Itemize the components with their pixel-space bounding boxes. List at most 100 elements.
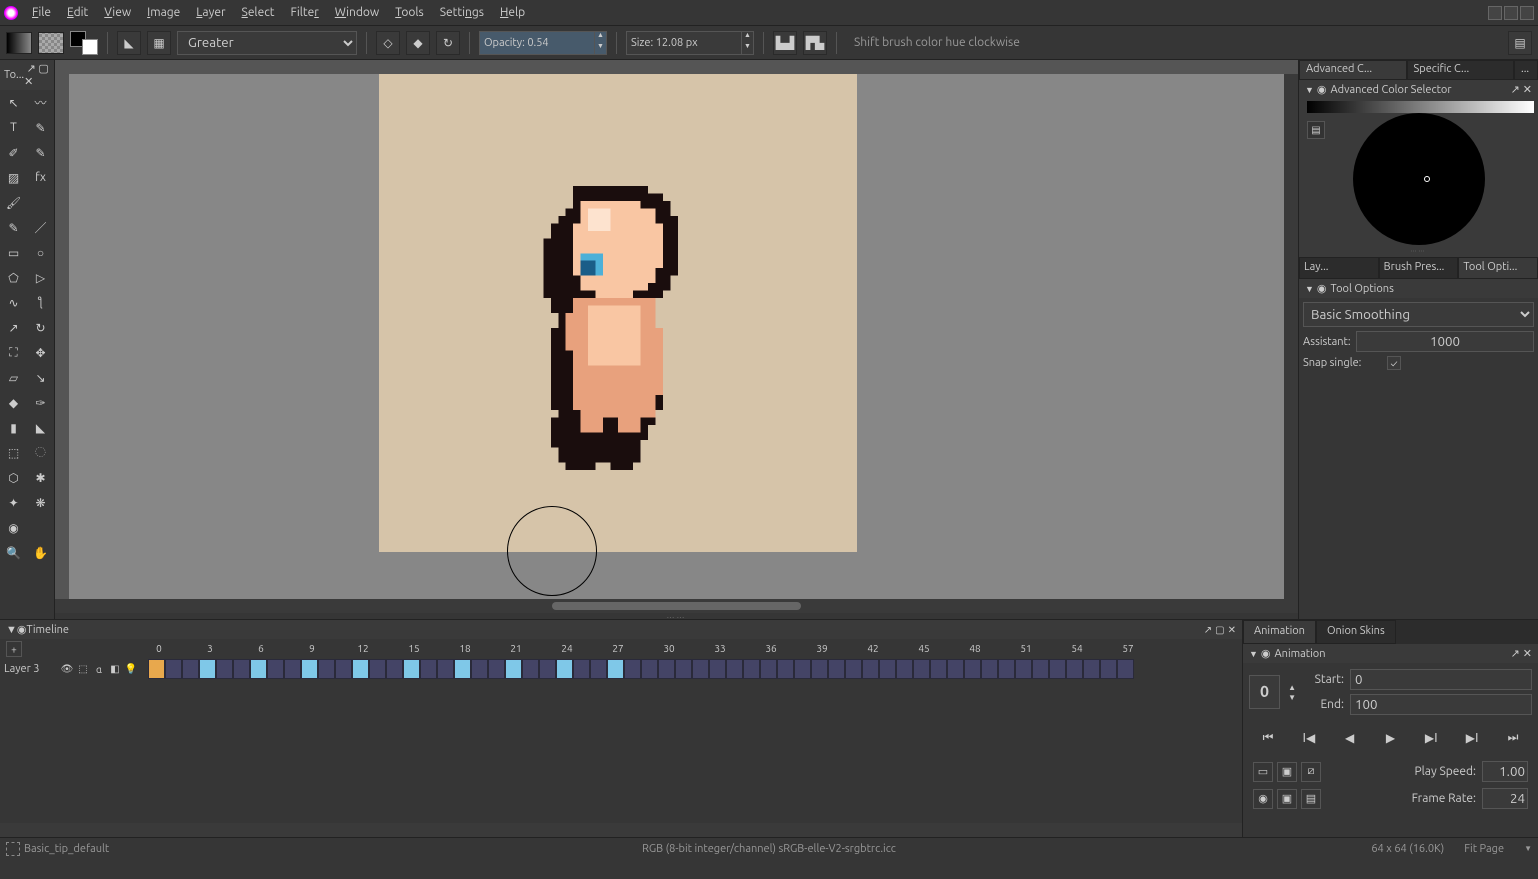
dup-frames-icon[interactable]: ▣: [1277, 762, 1297, 782]
frame-cell[interactable]: [250, 659, 267, 679]
frame-cell[interactable]: [828, 659, 845, 679]
canvas-image[interactable]: [379, 74, 857, 552]
next-frame-icon[interactable]: ▶Ⅰ: [1420, 727, 1442, 749]
polyline-tool-icon[interactable]: ⬠: [0, 265, 27, 290]
frame-cell[interactable]: [420, 659, 437, 679]
horizontal-scrollbar[interactable]: [55, 599, 1298, 613]
frame-cell[interactable]: [267, 659, 284, 679]
tab-animation[interactable]: Animation: [1243, 620, 1316, 644]
frame-cell[interactable]: [607, 659, 624, 679]
gradient-tool-icon[interactable]: ▮: [0, 415, 27, 440]
frame-cell[interactable]: [318, 659, 335, 679]
frame-cell[interactable]: [437, 659, 454, 679]
vertical-scrollbar[interactable]: [1284, 74, 1298, 599]
frame-cell[interactable]: [590, 659, 607, 679]
frame-cell[interactable]: [573, 659, 590, 679]
menu-edit[interactable]: Edit: [59, 3, 96, 22]
frame-cell[interactable]: [1049, 659, 1066, 679]
frame-cell[interactable]: [1066, 659, 1083, 679]
reload-preset-icon[interactable]: ↻: [436, 31, 460, 55]
skip-end-icon[interactable]: ⏭: [1502, 727, 1524, 749]
outline-select-tool-icon[interactable]: ⬡: [0, 465, 27, 490]
pattern-tool-icon[interactable]: ▨: [0, 165, 27, 190]
menu-filter[interactable]: Filter: [283, 3, 327, 22]
skip-start-icon[interactable]: ⏮: [1257, 727, 1279, 749]
similar-select-tool-icon[interactable]: ❋: [27, 490, 54, 515]
frame-cell[interactable]: [675, 659, 692, 679]
frame-cell[interactable]: [709, 659, 726, 679]
swatches-icon[interactable]: ▦: [147, 31, 171, 55]
menu-settings[interactable]: Settings: [432, 3, 492, 22]
value-gradient-bar[interactable]: [1307, 101, 1534, 113]
freehand-path-tool-icon[interactable]: ƪ: [27, 290, 54, 315]
frame-cell[interactable]: [1117, 659, 1134, 679]
dynamic-brush-tool-icon[interactable]: fx: [27, 165, 54, 190]
foreground-background-colors[interactable]: [70, 31, 98, 55]
color-picker-tool-icon[interactable]: ✑: [27, 390, 54, 415]
horizontal-ruler[interactable]: [55, 60, 1298, 74]
copy-frame-icon[interactable]: ▣: [1277, 789, 1297, 809]
frame-rate-input[interactable]: [1482, 788, 1528, 809]
tab-onion-skins[interactable]: Onion Skins: [1316, 620, 1396, 644]
measure-tool-icon[interactable]: ◣: [27, 415, 54, 440]
polygon-tool-icon[interactable]: ▷: [27, 265, 54, 290]
frame-cell[interactable]: [233, 659, 250, 679]
next-key-icon[interactable]: ▶Ⅰ: [1461, 727, 1483, 749]
bezier-tool-icon[interactable]: ∿: [0, 290, 27, 315]
frame-cell[interactable]: [352, 659, 369, 679]
frame-cell[interactable]: [1083, 659, 1100, 679]
vertical-ruler[interactable]: [55, 74, 69, 599]
line-tool-icon[interactable]: ✎: [27, 140, 54, 165]
menu-help[interactable]: Help: [492, 3, 533, 22]
timeline-layer-name[interactable]: Layer 3: [0, 663, 60, 675]
window-close-button[interactable]: [1520, 6, 1534, 20]
timeline-close-icon[interactable]: ✕: [1228, 624, 1236, 636]
frame-cell[interactable]: [777, 659, 794, 679]
frame-cell[interactable]: [947, 659, 964, 679]
frame-cell[interactable]: [539, 659, 556, 679]
color-wheel[interactable]: [1353, 113, 1485, 245]
frame-cell[interactable]: [1032, 659, 1049, 679]
tab-specific-color[interactable]: Specific C...: [1407, 60, 1515, 80]
frame-cell[interactable]: [930, 659, 947, 679]
bezier-select-tool-icon[interactable]: ◉: [0, 515, 27, 540]
frame-cell[interactable]: [386, 659, 403, 679]
eyedropper-tool-icon[interactable]: ✎: [0, 215, 27, 240]
workspace-chooser-icon[interactable]: ▤: [1508, 31, 1532, 55]
frame-cell[interactable]: [216, 659, 233, 679]
layer-light-icon[interactable]: 💡: [124, 662, 138, 676]
frame-cell[interactable]: [556, 659, 573, 679]
calligraphy-tool-icon[interactable]: ✎: [27, 115, 54, 140]
rectangle-tool-icon[interactable]: ▭: [0, 240, 27, 265]
magic-wand-tool-icon[interactable]: ✦: [0, 490, 27, 515]
canvas-viewport[interactable]: [69, 74, 1284, 599]
status-zoom-dropdown[interactable]: Fit Page: [1464, 843, 1504, 855]
frame-cell[interactable]: [471, 659, 488, 679]
menu-view[interactable]: View: [96, 3, 139, 22]
tab-overflow[interactable]: ...: [1514, 60, 1538, 80]
play-speed-input[interactable]: [1482, 761, 1528, 782]
frame-cell[interactable]: [845, 659, 862, 679]
copy-range-icon[interactable]: ▤: [1301, 789, 1321, 809]
frame-cell[interactable]: [505, 659, 522, 679]
mirror-horizontal-icon[interactable]: ▙▟: [773, 31, 797, 55]
snap-single-checkbox[interactable]: ✓: [1387, 356, 1401, 370]
size-slider[interactable]: Size: 12.08 px ▲▼: [626, 31, 754, 55]
frame-cell[interactable]: [896, 659, 913, 679]
timeline-scrollbar[interactable]: [0, 823, 1242, 837]
frame-cell[interactable]: [862, 659, 879, 679]
eraser-mode-icon[interactable]: ◇: [376, 31, 400, 55]
frame-cell[interactable]: [148, 659, 165, 679]
frame-cell[interactable]: [964, 659, 981, 679]
mirror-vertical-icon[interactable]: ▛▙: [803, 31, 827, 55]
end-input[interactable]: [1350, 694, 1532, 715]
layer-visible-icon[interactable]: 👁: [60, 662, 74, 676]
rect-select-tool-icon[interactable]: ⬚: [0, 440, 27, 465]
frame-cell[interactable]: [692, 659, 709, 679]
menu-tools[interactable]: Tools: [387, 3, 432, 22]
timeline-frames[interactable]: [148, 659, 1242, 679]
prev-frame-icon[interactable]: ◀: [1339, 727, 1361, 749]
pattern-swatch[interactable]: [38, 32, 64, 54]
frame-cell[interactable]: [522, 659, 539, 679]
frame-cell[interactable]: [811, 659, 828, 679]
